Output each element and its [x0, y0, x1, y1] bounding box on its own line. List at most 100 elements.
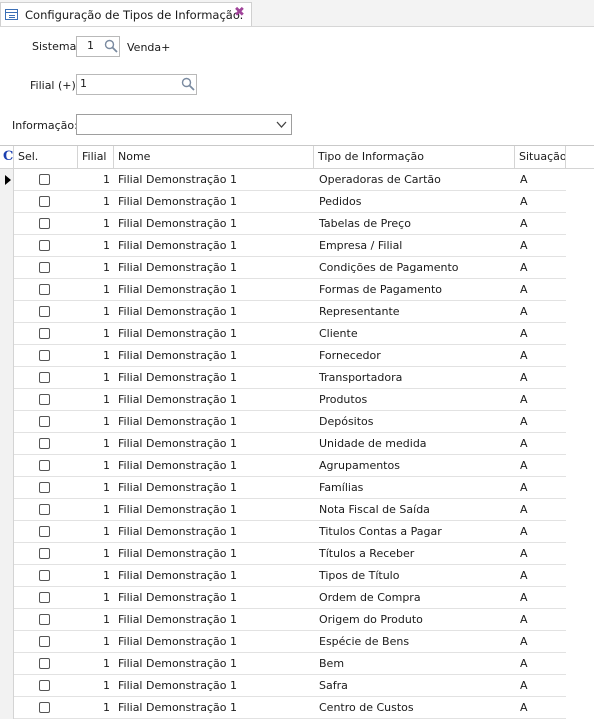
- row-select-checkbox[interactable]: [39, 394, 50, 405]
- cell-nome: Filial Demonstração 1: [118, 679, 237, 692]
- table-row[interactable]: 1 Filial Demonstração 1 Centro de Custos A: [0, 697, 566, 719]
- row-select-checkbox[interactable]: [39, 240, 50, 251]
- row-select-checkbox[interactable]: [39, 592, 50, 603]
- sistema-value: 1: [87, 39, 94, 52]
- cell-situacao: A: [520, 657, 528, 670]
- cell-situacao: A: [520, 239, 528, 252]
- cell-situacao: A: [520, 415, 528, 428]
- table-row[interactable]: 1 Filial Demonstração 1 Cliente A: [0, 323, 566, 345]
- row-select-checkbox[interactable]: [39, 680, 50, 691]
- row-select-checkbox[interactable]: [39, 570, 50, 581]
- table-row[interactable]: 1 Filial Demonstração 1 Unidade de medida A: [0, 433, 566, 455]
- sistema-description: Venda+: [127, 41, 171, 54]
- column-header-tipo[interactable]: Tipo de Informação: [314, 146, 515, 168]
- table-row[interactable]: 1 Filial Demonstração 1 Representante A: [0, 301, 566, 323]
- row-indicator: [0, 279, 14, 301]
- cell-filial: 1: [103, 635, 110, 648]
- column-header-situacao[interactable]: Situação: [515, 146, 566, 168]
- cell-filial: 1: [103, 349, 110, 362]
- row-select-checkbox[interactable]: [39, 196, 50, 207]
- row-select-checkbox[interactable]: [39, 702, 50, 713]
- table-row[interactable]: 1 Filial Demonstração 1 Famílias A: [0, 477, 566, 499]
- chevron-down-icon[interactable]: [276, 119, 287, 133]
- row-select-checkbox[interactable]: [39, 504, 50, 515]
- cell-tipo: Centro de Custos: [319, 701, 414, 714]
- column-header-sel[interactable]: Sel.: [14, 146, 78, 168]
- row-indicator: [0, 323, 14, 345]
- cell-nome: Filial Demonstração 1: [118, 239, 237, 252]
- table-row[interactable]: 1 Filial Demonstração 1 Titulos Contas a P…: [0, 521, 566, 543]
- cell-situacao: A: [520, 437, 528, 450]
- table-row[interactable]: 1 Filial Demonstração 1 Pedidos A: [0, 191, 566, 213]
- cell-filial: 1: [103, 371, 110, 384]
- close-icon[interactable]: ✖: [234, 5, 245, 20]
- cell-nome: Filial Demonstração 1: [118, 591, 237, 604]
- row-indicator: [0, 169, 14, 191]
- column-header-c[interactable]: C: [0, 146, 14, 168]
- search-icon[interactable]: [180, 76, 198, 94]
- table-row[interactable]: 1 Filial Demonstração 1 Nota Fiscal de Saí…: [0, 499, 566, 521]
- row-indicator: [0, 587, 14, 609]
- row-select-checkbox[interactable]: [39, 262, 50, 273]
- table-row[interactable]: 1 Filial Demonstração 1 Empresa / Filial A: [0, 235, 566, 257]
- table-row[interactable]: 1 Filial Demonstração 1 Produtos A: [0, 389, 566, 411]
- table-row[interactable]: 1 Filial Demonstração 1 Tipos de Título A: [0, 565, 566, 587]
- cell-nome: Filial Demonstração 1: [118, 525, 237, 538]
- cell-filial: 1: [103, 613, 110, 626]
- row-select-checkbox[interactable]: [39, 548, 50, 559]
- row-select-checkbox[interactable]: [39, 460, 50, 471]
- row-select-checkbox[interactable]: [39, 372, 50, 383]
- column-header-filial[interactable]: Filial: [78, 146, 114, 168]
- table-row[interactable]: 1 Filial Demonstração 1 Bem A: [0, 653, 566, 675]
- row-indicator: [0, 455, 14, 477]
- table-row[interactable]: 1 Filial Demonstração 1 Ordem de Compra A: [0, 587, 566, 609]
- row-indicator: [0, 565, 14, 587]
- row-select-checkbox[interactable]: [39, 482, 50, 493]
- row-select-checkbox[interactable]: [39, 658, 50, 669]
- table-row[interactable]: 1 Filial Demonstração 1 Fornecedor A: [0, 345, 566, 367]
- row-select-checkbox[interactable]: [39, 636, 50, 647]
- sistema-input[interactable]: 1: [76, 36, 120, 57]
- cell-situacao: A: [520, 217, 528, 230]
- informacao-select[interactable]: [76, 114, 292, 135]
- row-select-checkbox[interactable]: [39, 526, 50, 537]
- table-row[interactable]: 1 Filial Demonstração 1 Depósitos A: [0, 411, 566, 433]
- cell-filial: 1: [103, 415, 110, 428]
- table-row[interactable]: 1 Filial Demonstração 1 Safra A: [0, 675, 566, 697]
- cell-nome: Filial Demonstração 1: [118, 283, 237, 296]
- search-icon[interactable]: [103, 38, 121, 56]
- row-select-checkbox[interactable]: [39, 614, 50, 625]
- row-select-checkbox[interactable]: [39, 306, 50, 317]
- row-select-checkbox[interactable]: [39, 438, 50, 449]
- row-select-checkbox[interactable]: [39, 350, 50, 361]
- table-row[interactable]: 1 Filial Demonstração 1 Títulos a Receber A: [0, 543, 566, 565]
- cell-tipo: Pedidos: [319, 195, 362, 208]
- table-row[interactable]: 1 Filial Demonstração 1 Tabelas de Preço A: [0, 213, 566, 235]
- table-row[interactable]: 1 Filial Demonstração 1 Condições de Pagam…: [0, 257, 566, 279]
- table-row[interactable]: 1 Filial Demonstração 1 Operadoras de Cart…: [0, 169, 566, 191]
- column-header-nome[interactable]: Nome: [114, 146, 314, 168]
- table-row[interactable]: 1 Filial Demonstração 1 Espécie de Bens A: [0, 631, 566, 653]
- tab-title: Configuração de Tipos de Informação.: [25, 8, 244, 22]
- cell-situacao: A: [520, 327, 528, 340]
- cell-tipo: Agrupamentos: [319, 459, 400, 472]
- row-select-checkbox[interactable]: [39, 174, 50, 185]
- cell-situacao: A: [520, 371, 528, 384]
- row-indicator: [0, 389, 14, 411]
- row-select-checkbox[interactable]: [39, 284, 50, 295]
- cell-filial: 1: [103, 481, 110, 494]
- row-select-checkbox[interactable]: [39, 218, 50, 229]
- table-row[interactable]: 1 Filial Demonstração 1 Origem do Produto A: [0, 609, 566, 631]
- cell-nome: Filial Demonstração 1: [118, 481, 237, 494]
- table-row[interactable]: 1 Filial Demonstração 1 Agrupamentos A: [0, 455, 566, 477]
- cell-tipo: Espécie de Bens: [319, 635, 410, 648]
- row-select-checkbox[interactable]: [39, 328, 50, 339]
- cell-filial: 1: [103, 283, 110, 296]
- table-row[interactable]: 1 Filial Demonstração 1 Transportadora A: [0, 367, 566, 389]
- cell-filial: 1: [103, 173, 110, 186]
- table-row[interactable]: 1 Filial Demonstração 1 Formas de Pagament…: [0, 279, 566, 301]
- filial-input[interactable]: 1: [76, 74, 197, 95]
- cell-nome: Filial Demonstração 1: [118, 701, 237, 714]
- row-select-checkbox[interactable]: [39, 416, 50, 427]
- tab-configuracao[interactable]: Configuração de Tipos de Informação. ✖: [0, 2, 252, 26]
